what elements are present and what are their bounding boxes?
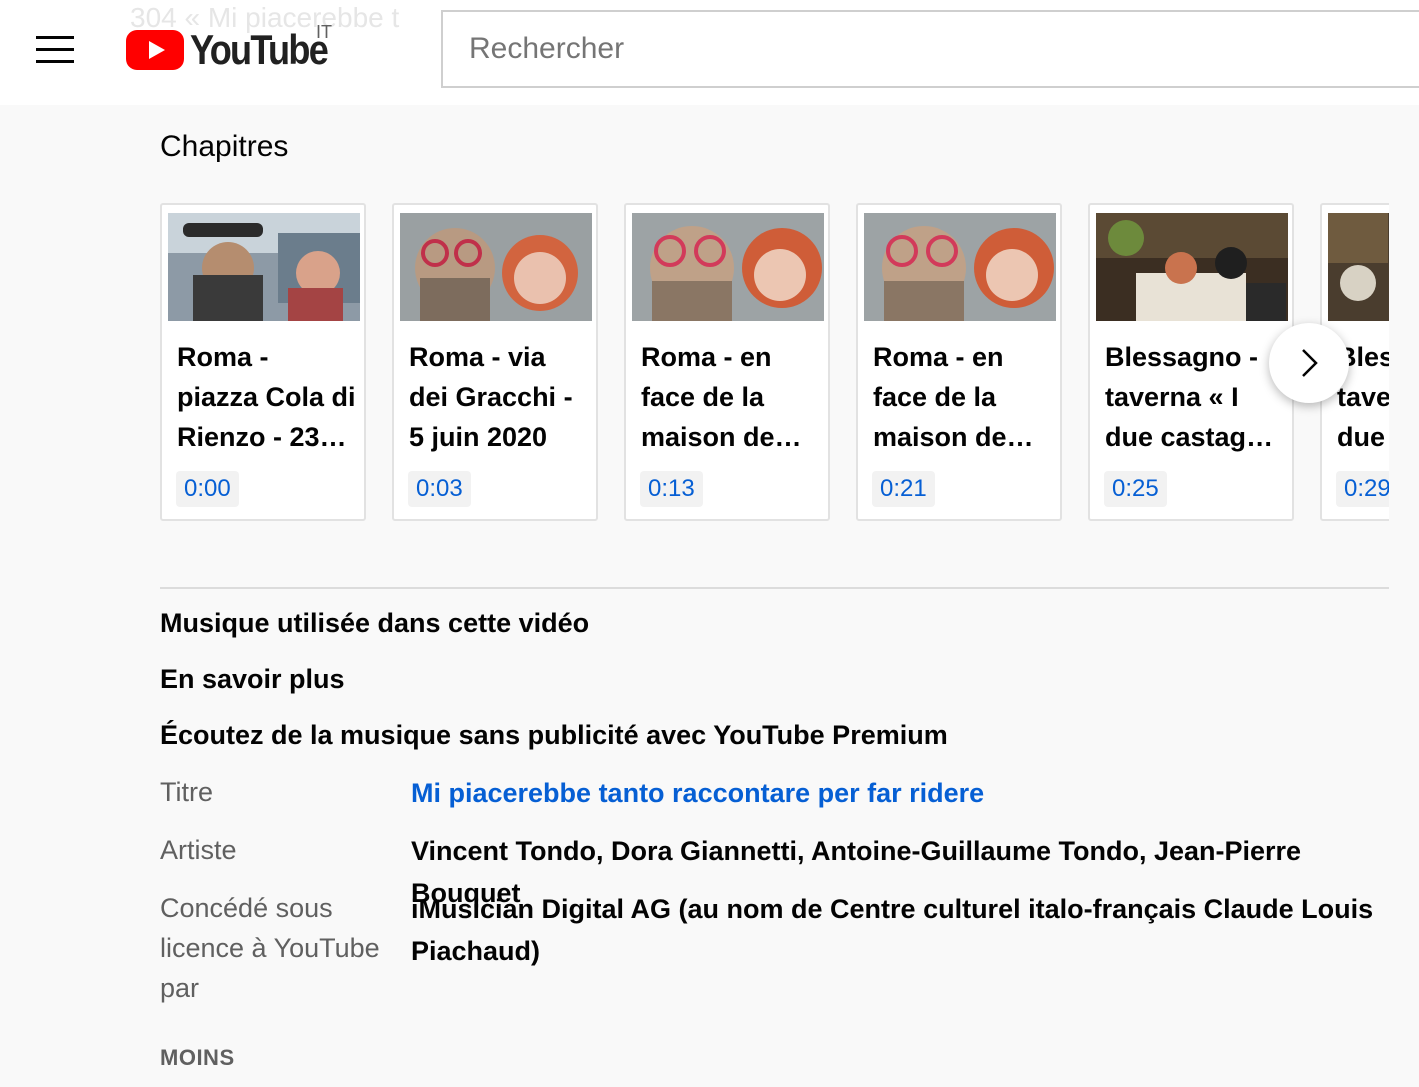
chapter-card[interactable]: Roma - en face de la maison de… 0:13 — [624, 203, 830, 521]
chapter-timestamp[interactable]: 0:00 — [176, 471, 239, 507]
chapters-carousel: Roma - piazza Cola di Rienzo - 23… 0:00 Ro… — [160, 203, 1389, 523]
artist-label: Artiste — [160, 835, 237, 865]
section-divider — [160, 587, 1389, 589]
search-input[interactable] — [441, 10, 1419, 88]
chapter-thumbnail — [1328, 213, 1389, 321]
country-code: IT — [316, 22, 332, 42]
chapter-thumbnail — [168, 213, 360, 321]
title-label: Titre — [160, 777, 213, 807]
chapter-thumbnail — [864, 213, 1056, 321]
logo-wordmark: YouTube — [190, 26, 329, 73]
premium-link[interactable]: Écoutez de la musique sans publicité ave… — [160, 720, 948, 751]
chapters-title: Chapitres — [160, 130, 289, 163]
chapter-card[interactable]: Roma - en face de la maison de… 0:21 — [856, 203, 1062, 521]
chapter-thumbnail — [632, 213, 824, 321]
youtube-play-icon — [126, 30, 184, 70]
chevron-right-icon — [1302, 349, 1318, 377]
song-title-link[interactable]: Mi piacerebbe tanto raccontare per far r… — [411, 772, 1401, 814]
chapter-thumbnail — [400, 213, 592, 321]
license-label: Concédé sous licence à YouTube par — [160, 893, 380, 1003]
chapter-title: Roma - via dei Gracchi -5 juin 2020 — [409, 342, 573, 452]
chapter-card[interactable]: Roma - via dei Gracchi -5 juin 2020 0:03 — [392, 203, 598, 521]
chapter-card[interactable]: Blessagno - taverna « Idue castagn… 0:25 — [1088, 203, 1294, 521]
menu-icon[interactable] — [36, 34, 74, 64]
chapter-timestamp[interactable]: 0:03 — [408, 471, 471, 507]
chapter-timestamp[interactable]: 0:29 — [1336, 471, 1389, 507]
masthead: 304 « Mi piacerebbe t YouTube IT — [0, 0, 1419, 105]
chapter-title: Roma - piazza Cola di Rienzo - 23… — [177, 342, 356, 452]
youtube-logo[interactable]: YouTube IT — [126, 22, 346, 82]
chapters-next-button[interactable] — [1269, 323, 1349, 403]
chapter-thumbnail — [1096, 213, 1288, 321]
license-value: iMusician Digital AG (au nom de Centre c… — [411, 894, 1374, 966]
chapter-timestamp[interactable]: 0:25 — [1104, 471, 1167, 507]
chapter-timestamp[interactable]: 0:21 — [872, 471, 935, 507]
chapter-timestamp[interactable]: 0:13 — [640, 471, 703, 507]
chapter-title: Roma - en face de la maison de… — [641, 342, 802, 452]
chapter-card[interactable]: Roma - piazza Cola di Rienzo - 23… 0:00 — [160, 203, 366, 521]
chapter-title: Roma - en face de la maison de… — [873, 342, 1034, 452]
music-heading: Musique utilisée dans cette vidéo — [160, 608, 590, 638]
show-less-button[interactable]: MOINS — [160, 1045, 235, 1071]
learn-more-link[interactable]: En savoir plus — [160, 664, 345, 695]
chapter-title: Blessagno - taverna « Idue castagn… — [1105, 342, 1287, 452]
